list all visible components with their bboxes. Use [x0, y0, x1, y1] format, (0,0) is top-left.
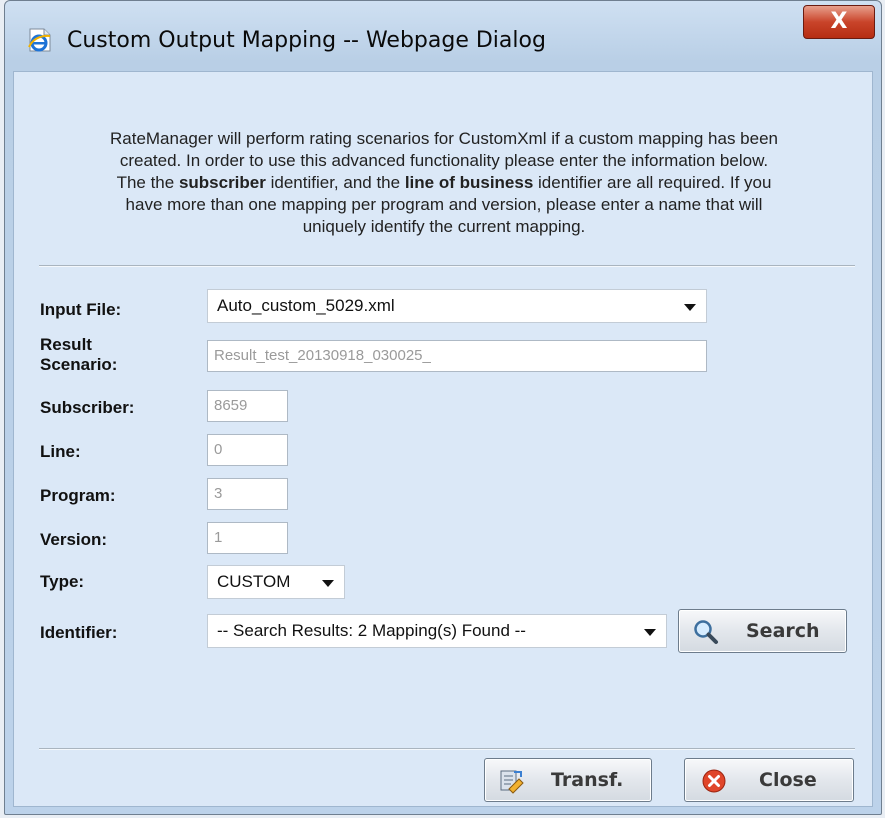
result-scenario-label: Result Scenario:	[40, 335, 118, 374]
identifier-label: Identifier:	[40, 623, 118, 642]
type-value: CUSTOM	[217, 572, 291, 591]
subscriber-field[interactable]: 8659	[207, 390, 288, 422]
chevron-down-icon	[322, 580, 334, 587]
top-divider	[39, 265, 855, 267]
ie-page-icon	[28, 28, 51, 52]
transf-button-label: Transf.	[551, 769, 624, 791]
transform-icon	[500, 770, 524, 794]
intro-text: RateManager will perform rating scenario…	[44, 128, 844, 238]
version-label: Version:	[40, 530, 108, 549]
dialog-content: RateManager will perform rating scenario…	[13, 71, 873, 807]
program-label: Program:	[40, 486, 116, 505]
result-scenario-placeholder: Result_test_20130918_030025_	[214, 347, 431, 364]
intro-line: RateManager will perform rating scenario…	[109, 129, 778, 148]
red-x-icon	[702, 769, 726, 793]
intro-line: have more than one mapping per program a…	[125, 195, 763, 214]
identifier-select[interactable]: -- Search Results: 2 Mapping(s) Found --	[207, 614, 667, 648]
subscriber-label: Subscriber:	[40, 398, 135, 417]
input-file-value: Auto_custom_5029.xml	[217, 296, 395, 315]
version-field[interactable]: 1	[207, 522, 288, 554]
input-file-select[interactable]: Auto_custom_5029.xml	[207, 289, 707, 323]
line-field[interactable]: 0	[207, 434, 288, 466]
chevron-down-icon	[644, 629, 656, 636]
chevron-down-icon	[684, 304, 696, 311]
bottom-divider	[39, 748, 855, 750]
line-of-business-emphasis: line of business	[404, 173, 534, 192]
intro-line: uniquely identify the current mapping.	[302, 217, 586, 236]
close-button-label: Close	[759, 769, 817, 791]
title-bar[interactable]: Custom Output Mapping -- Webpage Dialog …	[5, 1, 881, 71]
search-button[interactable]: Search	[678, 609, 847, 653]
close-x-icon: X	[830, 9, 848, 34]
result-scenario-field[interactable]: Result_test_20130918_030025_	[207, 340, 707, 372]
close-button[interactable]: Close	[684, 758, 854, 802]
search-button-label: Search	[746, 620, 820, 642]
dialog-window: Custom Output Mapping -- Webpage Dialog …	[4, 0, 882, 815]
identifier-value: -- Search Results: 2 Mapping(s) Found --	[217, 621, 526, 640]
type-select[interactable]: CUSTOM	[207, 565, 345, 599]
intro-line: created. In order to use this advanced f…	[119, 151, 769, 170]
transf-button[interactable]: Transf.	[484, 758, 652, 802]
magnifier-icon	[694, 620, 718, 644]
subscriber-emphasis: subscriber	[178, 173, 266, 192]
window-title: Custom Output Mapping -- Webpage Dialog	[67, 28, 546, 53]
input-file-label: Input File:	[40, 300, 122, 319]
program-field[interactable]: 3	[207, 478, 288, 510]
intro-line: The the subscriber identifier, and the l…	[116, 173, 772, 192]
type-label: Type:	[40, 572, 85, 591]
window-close-button[interactable]: X	[803, 5, 875, 39]
line-label: Line:	[40, 442, 81, 461]
